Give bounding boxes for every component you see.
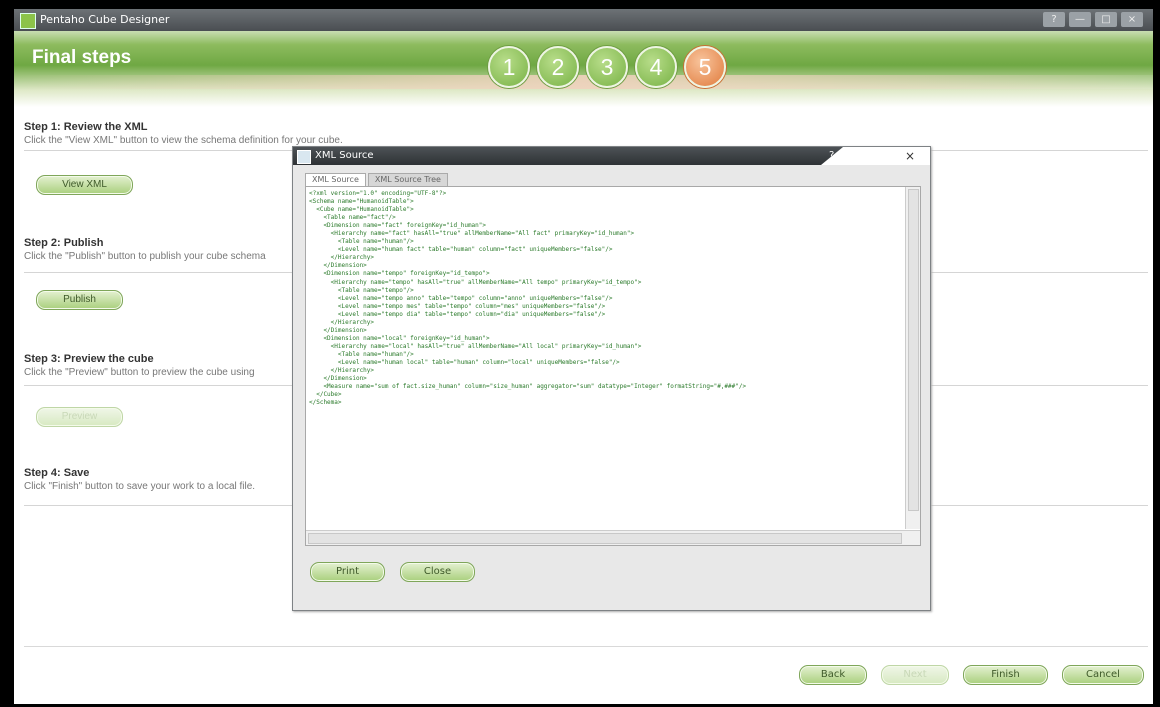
vertical-scroll-thumb[interactable] xyxy=(908,189,919,511)
vertical-scrollbar[interactable] xyxy=(905,187,920,529)
xml-line: <Level name="tempo dia" table="tempo" co… xyxy=(309,310,606,318)
dialog-title-bar: XML Source ? × xyxy=(293,147,930,165)
step-2-heading: Step 2: Publish xyxy=(24,237,104,249)
cancel-button[interactable]: Cancel xyxy=(1062,665,1144,685)
xml-line: <Cube name="HumanoidTable"> xyxy=(309,206,414,214)
tab-xml-source[interactable]: XML Source xyxy=(305,173,366,186)
step-3-description: Click the "Preview" button to preview th… xyxy=(24,367,255,378)
app-window: Pentaho Cube Designer ? — □ × Final step… xyxy=(14,9,1153,704)
step-4-description: Click "Finish" button to save your work … xyxy=(24,481,256,492)
xml-line: <Table name="fact"/> xyxy=(309,214,396,222)
xml-line: <Dimension name="tempo" foreignKey="id_t… xyxy=(309,270,490,278)
window-controls: ? — □ × xyxy=(1043,12,1143,27)
xml-line: <Table name="human"/> xyxy=(309,350,414,358)
step-4-indicator: 4 xyxy=(635,46,677,88)
xml-line: </Hierarchy> xyxy=(309,318,375,326)
step-1-description: Click the "View XML" button to view the … xyxy=(24,135,343,146)
xml-content: <?xml version="1.0" encoding="UTF-8"?> <S… xyxy=(309,190,903,526)
dialog-title: XML Source xyxy=(315,150,374,161)
publish-button[interactable]: Publish xyxy=(36,290,123,310)
app-icon xyxy=(20,13,36,29)
step-4-heading: Step 4: Save xyxy=(24,467,90,479)
back-button[interactable]: Back xyxy=(799,665,867,685)
help-button[interactable]: ? xyxy=(1043,12,1065,27)
xml-line: </Dimension> xyxy=(309,375,367,383)
xml-line: </Dimension> xyxy=(309,326,367,334)
screen-frame: Pentaho Cube Designer ? — □ × Final step… xyxy=(0,0,1160,707)
xml-line: <Level name="tempo anno" table="tempo" c… xyxy=(309,294,613,302)
xml-line: <Level name="human local" table="human" … xyxy=(309,358,620,366)
xml-line: <Dimension name="fact" foreignKey="id_hu… xyxy=(309,222,487,230)
horizontal-scrollbar[interactable] xyxy=(306,530,920,545)
xml-line: <Hierarchy name="tempo" hasAll="true" al… xyxy=(309,278,642,286)
page-title: Final steps xyxy=(32,47,132,68)
step-1-indicator: 1 xyxy=(488,46,530,88)
horizontal-scroll-thumb[interactable] xyxy=(308,533,902,544)
step-2-description: Click the "Publish" button to publish yo… xyxy=(24,251,266,262)
xml-line: </Hierarchy> xyxy=(309,367,375,375)
xml-line: <Dimension name="local" foreignKey="id_h… xyxy=(309,334,490,342)
footer-divider xyxy=(24,646,1148,647)
xml-line: </Schema> xyxy=(309,399,342,407)
xml-line: <Table name="tempo"/> xyxy=(309,286,414,294)
xml-text-area[interactable]: <?xml version="1.0" encoding="UTF-8"?> <S… xyxy=(305,186,921,546)
dialog-title-bar-fill xyxy=(293,147,843,165)
dialog-tabs: XML Source XML Source Tree xyxy=(305,173,450,186)
window-title: Pentaho Cube Designer xyxy=(40,13,170,26)
step-2-indicator: 2 xyxy=(537,46,579,88)
xml-line: <Table name="human"/> xyxy=(309,238,414,246)
xml-line: <Level name="tempo mes" table="tempo" co… xyxy=(309,302,606,310)
view-xml-button[interactable]: View XML xyxy=(36,175,133,195)
xml-line: <Level name="human fact" table="human" c… xyxy=(309,246,613,254)
step-indicator: 1 2 3 4 5 xyxy=(488,46,726,88)
step-2-section: Step 2: Publish Click the "Publish" butt… xyxy=(24,237,266,262)
step-4-section: Step 4: Save Click "Finish" button to sa… xyxy=(24,467,255,492)
xml-line: <Hierarchy name="fact" hasAll="true" all… xyxy=(309,230,635,238)
xml-line: </Dimension> xyxy=(309,262,367,270)
dialog-close-icon[interactable]: × xyxy=(905,149,915,163)
header-banner: Final steps 1 2 3 4 5 xyxy=(14,31,1153,107)
xml-line: <Measure name="sum of fact.size_human" c… xyxy=(309,383,747,391)
title-bar: Pentaho Cube Designer ? — □ × xyxy=(14,9,1153,31)
step-3-section: Step 3: Preview the cube Click the "Prev… xyxy=(24,353,255,378)
close-dialog-button[interactable]: Close xyxy=(400,562,475,582)
dialog-icon xyxy=(297,150,311,164)
xml-source-dialog: XML Source ? × XML Source XML Source Tre… xyxy=(292,146,931,611)
xml-line: <Schema name="HumanoidTable"> xyxy=(309,198,414,206)
step-1-heading: Step 1: Review the XML xyxy=(24,121,148,133)
xml-line: </Cube> xyxy=(309,391,342,399)
step-3-heading: Step 3: Preview the cube xyxy=(24,353,154,365)
xml-line: <Hierarchy name="local" hasAll="true" al… xyxy=(309,342,642,350)
next-button[interactable]: Next xyxy=(881,665,949,685)
close-window-button[interactable]: × xyxy=(1121,12,1143,27)
step-3-indicator: 3 xyxy=(586,46,628,88)
xml-line: </Hierarchy> xyxy=(309,254,375,262)
preview-button[interactable]: Preview xyxy=(36,407,123,427)
maximize-button[interactable]: □ xyxy=(1095,12,1117,27)
minimize-button[interactable]: — xyxy=(1069,12,1091,27)
step-5-indicator: 5 xyxy=(684,46,726,88)
tab-xml-source-tree[interactable]: XML Source Tree xyxy=(367,173,448,186)
finish-button[interactable]: Finish xyxy=(963,665,1048,685)
dialog-help-icon[interactable]: ? xyxy=(829,150,834,161)
print-button[interactable]: Print xyxy=(310,562,385,582)
xml-line: <?xml version="1.0" encoding="UTF-8"?> xyxy=(309,190,447,197)
step-1-section: Step 1: Review the XML Click the "View X… xyxy=(24,121,343,146)
